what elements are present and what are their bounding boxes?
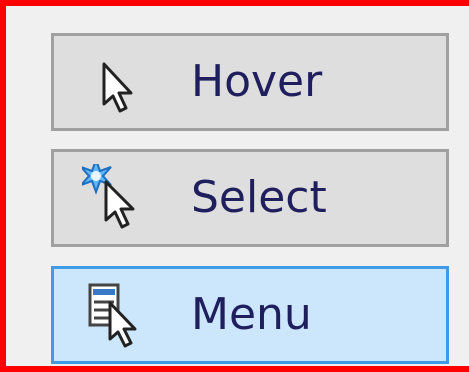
hover-option-button[interactable]: Hover (51, 33, 449, 131)
menu-cursor-icon (88, 283, 137, 348)
option-panel: Hover Select Menu (0, 0, 469, 372)
select-option-label: Select (191, 172, 327, 223)
menu-option-button[interactable]: Menu (51, 266, 449, 364)
select-cursor-icon (82, 164, 135, 229)
hover-option-label: Hover (191, 56, 323, 107)
select-option-button[interactable]: Select (51, 149, 449, 247)
menu-option-label: Menu (191, 289, 312, 340)
hover-cursor-icon (102, 62, 133, 113)
